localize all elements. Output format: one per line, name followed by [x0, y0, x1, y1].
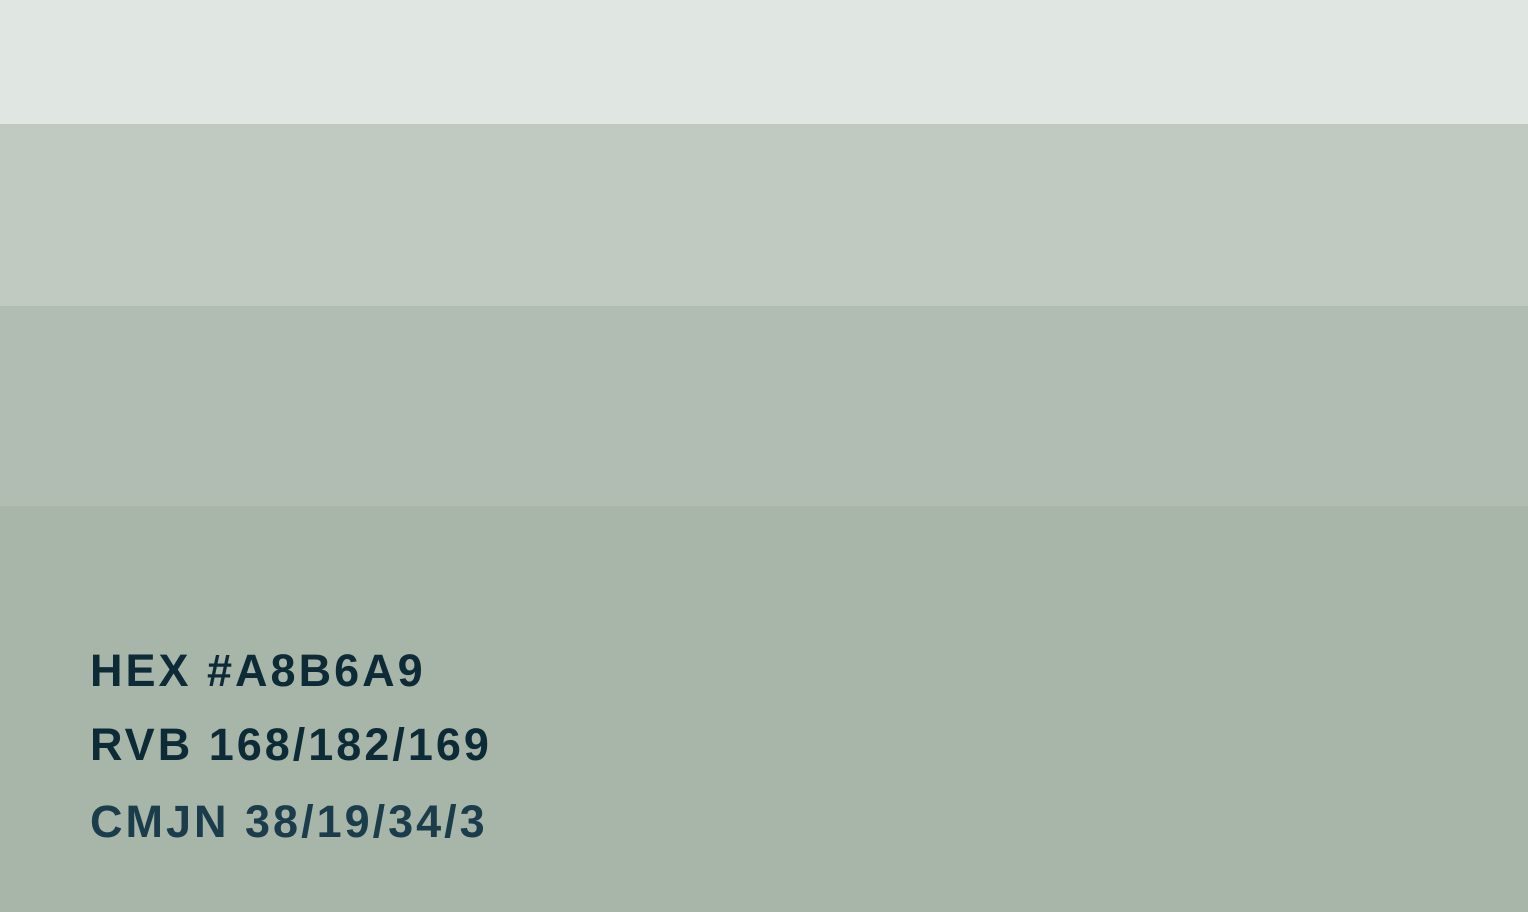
- color-swatch-card: HEX #A8B6A9 RVB 168/182/169 CMJN 38/19/3…: [0, 0, 1528, 912]
- rvb-code: RVB 168/182/169: [90, 719, 492, 770]
- hex-code: HEX #A8B6A9: [90, 645, 426, 696]
- color-codes: HEX #A8B6A9 RVB 168/182/169 CMJN 38/19/3…: [90, 648, 492, 844]
- swatch-tint-1: [0, 0, 1528, 124]
- cmjn-code: CMJN 38/19/34/3: [90, 796, 488, 847]
- swatch-tint-3: [0, 306, 1528, 506]
- swatch-tint-2: [0, 124, 1528, 306]
